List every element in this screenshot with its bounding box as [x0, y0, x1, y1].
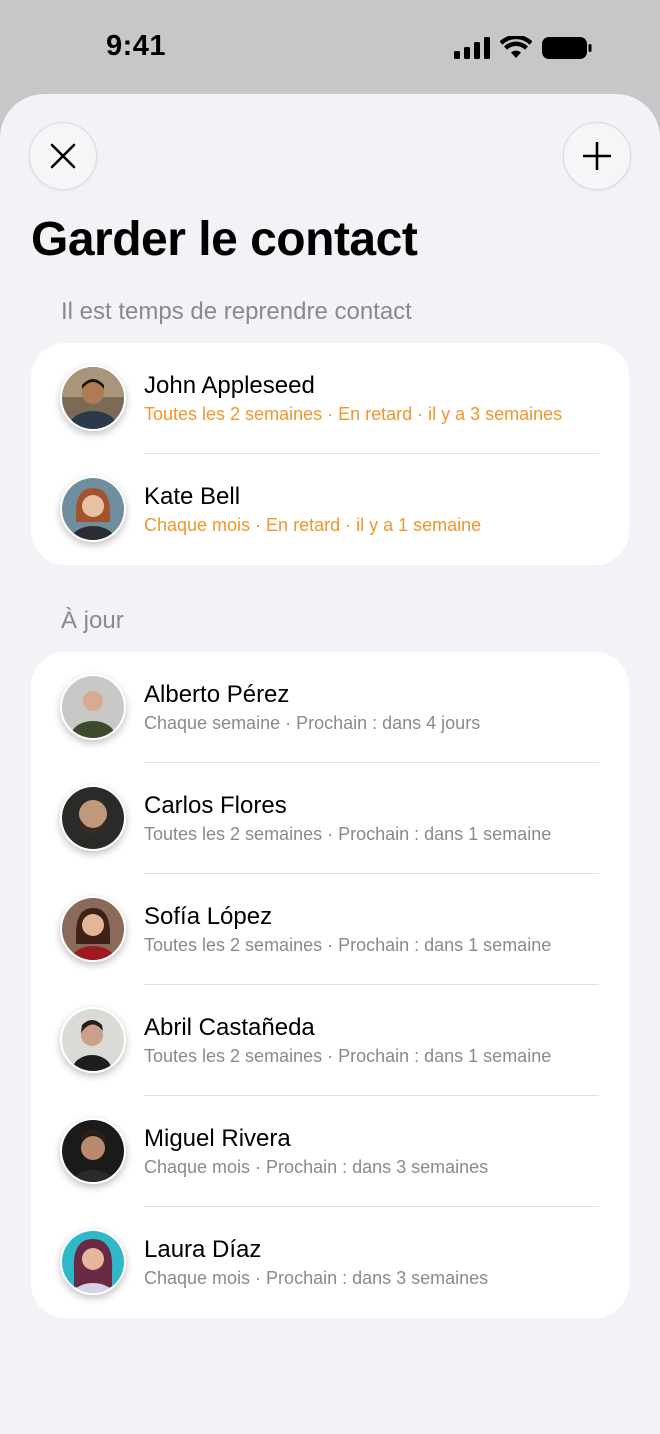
contact-detail: Chaque mois · Prochain : dans 3 semaines	[144, 1268, 489, 1288]
avatar	[60, 1229, 126, 1295]
contact-name: Sofía López	[144, 903, 273, 930]
contact-name: John Appleseed	[144, 372, 315, 399]
contact-detail: Toutes les 2 semaines · En retard · il y…	[144, 404, 563, 424]
sheet: Garder le contact Il est temps de repren…	[0, 94, 660, 1434]
plus-icon	[583, 142, 611, 170]
status-bar: 9:41	[0, 0, 660, 94]
status-icons	[454, 36, 592, 60]
avatar	[60, 785, 126, 851]
avatar	[60, 674, 126, 740]
contact-row[interactable]: Miguel Rivera Chaque mois · Prochain : d…	[31, 1096, 629, 1207]
overdue-contacts-card: John Appleseed Toutes les 2 semaines · E…	[31, 343, 629, 565]
up-to-date-contacts-card: Alberto Pérez Chaque semaine · Prochain …	[31, 652, 629, 1318]
contact-name: Alberto Pérez	[144, 681, 290, 708]
close-button[interactable]	[29, 122, 97, 190]
contact-row[interactable]: Sofía López Toutes les 2 semaines · Proc…	[31, 874, 629, 985]
contact-name: Carlos Flores	[144, 792, 287, 819]
contact-detail: Toutes les 2 semaines · Prochain : dans …	[144, 824, 552, 844]
section-header-up-to-date: À jour	[61, 607, 124, 634]
contact-detail: Toutes les 2 semaines · Prochain : dans …	[144, 1046, 552, 1066]
add-button[interactable]	[563, 122, 631, 190]
avatar	[60, 476, 126, 542]
status-time: 9:41	[106, 30, 167, 62]
contact-detail: Toutes les 2 semaines · Prochain : dans …	[144, 935, 552, 955]
avatar	[60, 1118, 126, 1184]
contact-name: Laura Díaz	[144, 1236, 262, 1263]
contact-detail: Chaque semaine · Prochain : dans 4 jours	[144, 713, 481, 733]
contact-row[interactable]: John Appleseed Toutes les 2 semaines · E…	[31, 343, 629, 454]
avatar	[60, 365, 126, 431]
contact-detail: Chaque mois · En retard · il y a 1 semai…	[144, 515, 482, 535]
contact-name: Kate Bell	[144, 483, 241, 510]
avatar	[60, 1007, 126, 1073]
cellular-signal-icon	[454, 37, 490, 59]
contact-name: Miguel Rivera	[144, 1125, 291, 1152]
avatar	[60, 896, 126, 962]
wifi-icon	[500, 36, 532, 58]
page-title: Garder le contact	[31, 213, 418, 266]
battery-icon	[542, 37, 592, 59]
close-icon	[50, 143, 76, 169]
contact-detail: Chaque mois · Prochain : dans 3 semaines	[144, 1157, 489, 1177]
contact-row[interactable]: Carlos Flores Toutes les 2 semaines · Pr…	[31, 763, 629, 874]
contact-row[interactable]: Laura Díaz Chaque mois · Prochain : dans…	[31, 1207, 629, 1318]
section-header-overdue: Il est temps de reprendre contact	[61, 298, 412, 325]
contact-row[interactable]: Kate Bell Chaque mois · En retard · il y…	[31, 454, 629, 565]
contact-row[interactable]: Abril Castañeda Toutes les 2 semaines · …	[31, 985, 629, 1096]
contact-name: Abril Castañeda	[144, 1014, 315, 1041]
contact-row[interactable]: Alberto Pérez Chaque semaine · Prochain …	[31, 652, 629, 763]
